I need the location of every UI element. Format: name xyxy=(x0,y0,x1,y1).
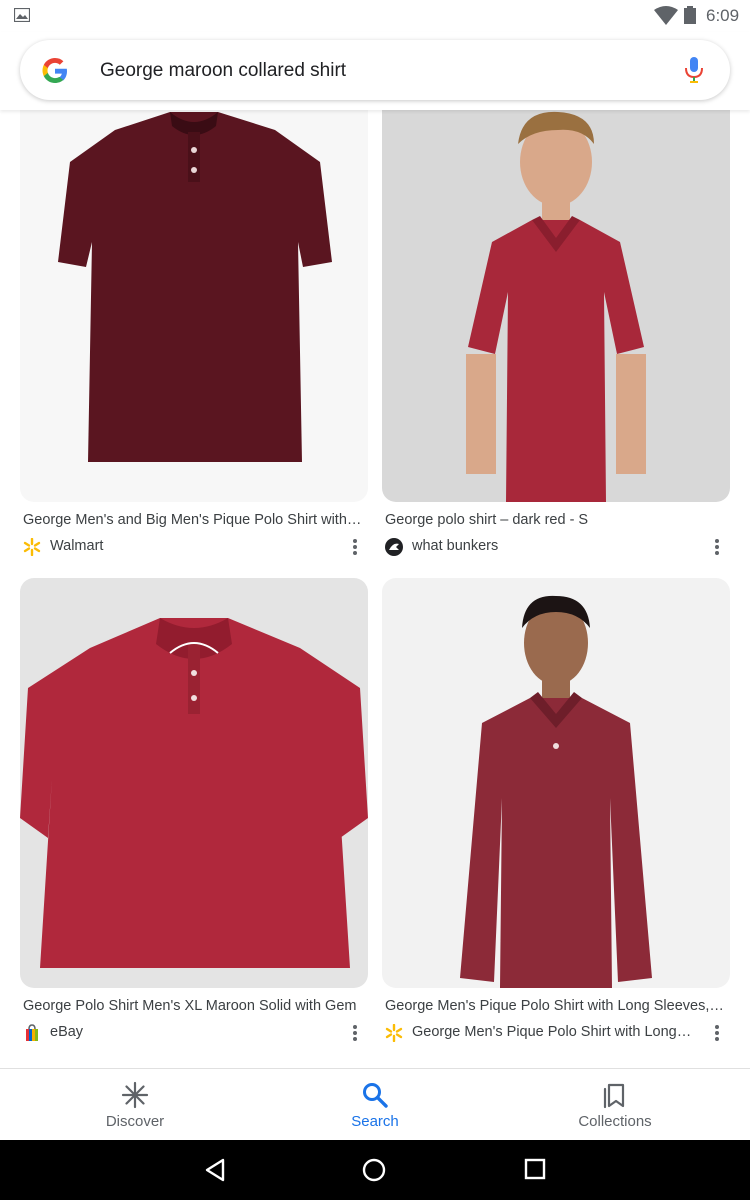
model-image xyxy=(466,111,646,502)
recents-icon[interactable] xyxy=(524,1158,546,1180)
walmart-spark-icon xyxy=(385,1024,403,1042)
result-source[interactable]: eBay xyxy=(20,1020,368,1046)
result-source[interactable]: Walmart xyxy=(20,534,368,560)
bottom-navigation: Discover Search Collections xyxy=(0,1068,750,1140)
what-bunkers-logo-icon xyxy=(385,538,403,556)
result-card[interactable]: George Men's Pique Polo Shirt with Long … xyxy=(382,578,730,1046)
result-image[interactable] xyxy=(20,578,368,988)
result-image[interactable] xyxy=(20,110,368,502)
nav-search-label: Search xyxy=(351,1113,399,1130)
result-title[interactable]: George polo shirt – dark red - S xyxy=(382,512,727,528)
walmart-spark-icon xyxy=(23,538,41,556)
image-notification-icon xyxy=(14,8,30,22)
result-title[interactable]: George Polo Shirt Men's XL Maroon Solid … xyxy=(20,998,365,1014)
nav-discover-label: Discover xyxy=(105,1113,165,1130)
microphone-icon[interactable] xyxy=(684,56,704,84)
search-box[interactable]: George maroon collared shirt xyxy=(20,40,730,100)
result-title[interactable]: George Men's Pique Polo Shirt with Long … xyxy=(382,998,727,1014)
nav-collections[interactable]: Collections xyxy=(535,1081,695,1130)
source-name: Walmart xyxy=(50,538,104,554)
result-image[interactable] xyxy=(382,578,730,988)
wifi-icon xyxy=(654,6,678,25)
system-navigation-bar xyxy=(0,1140,750,1200)
asterisk-icon xyxy=(121,1081,149,1109)
result-title[interactable]: George Men's and Big Men's Pique Polo Sh… xyxy=(20,512,365,528)
back-icon[interactable] xyxy=(204,1158,226,1182)
model-image xyxy=(460,595,652,988)
more-options-icon[interactable] xyxy=(352,1024,358,1042)
nav-discover[interactable]: Discover xyxy=(55,1081,215,1130)
search-query[interactable]: George maroon collared shirt xyxy=(100,60,346,82)
more-options-icon[interactable] xyxy=(352,538,358,556)
shirt-image xyxy=(20,618,368,968)
nav-collections-label: Collections xyxy=(578,1113,652,1130)
source-name: George Men's Pique Polo Shirt with Long … xyxy=(412,1024,692,1040)
results-grid: George Men's and Big Men's Pique Polo Sh… xyxy=(0,110,750,1068)
more-options-icon[interactable] xyxy=(714,538,720,556)
ebay-bag-icon xyxy=(26,1024,38,1041)
status-bar: 6:09 xyxy=(0,0,750,32)
collections-icon xyxy=(603,1083,625,1109)
nav-search[interactable]: Search xyxy=(295,1081,455,1130)
search-header: George maroon collared shirt xyxy=(0,32,750,110)
battery-icon xyxy=(684,6,696,24)
shirt-image xyxy=(58,112,332,462)
source-name: what bunkers xyxy=(412,538,499,554)
result-card[interactable]: George Polo Shirt Men's XL Maroon Solid … xyxy=(20,578,368,1046)
result-card[interactable]: George polo shirt – dark red - S what bu… xyxy=(382,110,730,560)
source-name: eBay xyxy=(50,1024,84,1040)
result-source[interactable]: George Men's Pique Polo Shirt with Long … xyxy=(382,1020,730,1046)
result-card[interactable]: George Men's and Big Men's Pique Polo Sh… xyxy=(20,110,368,560)
home-icon[interactable] xyxy=(362,1158,386,1182)
more-options-icon[interactable] xyxy=(714,1024,720,1042)
google-logo-icon xyxy=(42,58,67,83)
result-image[interactable] xyxy=(382,110,730,502)
status-time: 6:09 xyxy=(706,6,740,25)
result-source[interactable]: what bunkers xyxy=(382,534,730,560)
search-icon xyxy=(363,1083,388,1108)
